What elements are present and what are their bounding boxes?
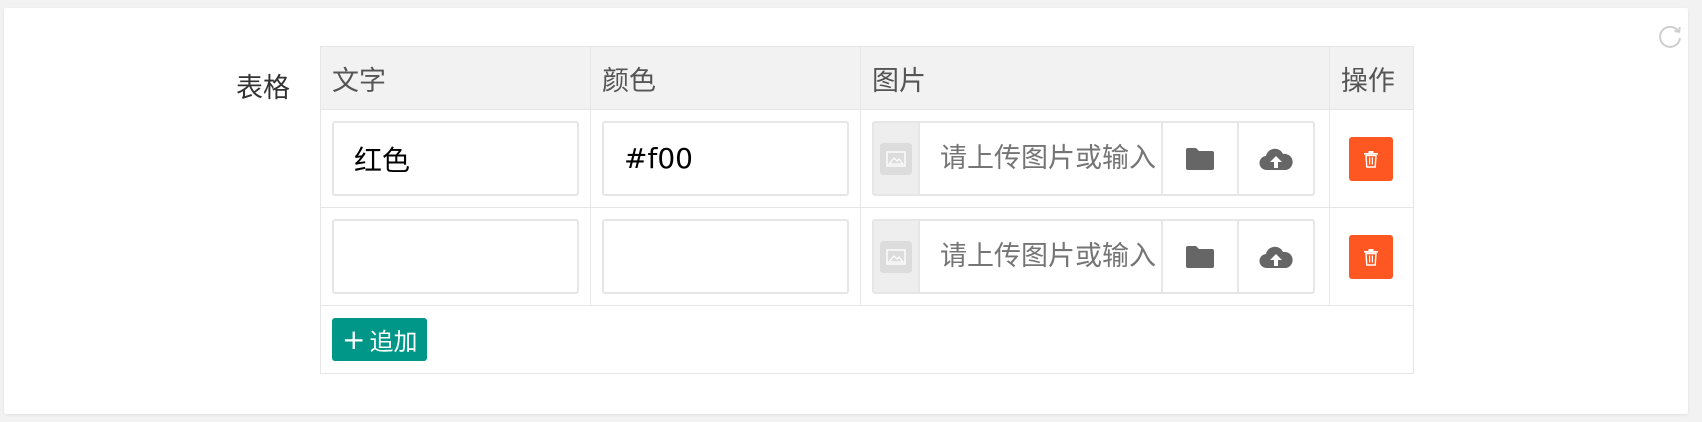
upload-button[interactable] xyxy=(1237,221,1313,292)
form-card: 表格 文字 颜色 图片 操作 红色 #f00 请上传图片或输入 请上传图片或输入… xyxy=(4,8,1688,414)
operation-cell xyxy=(1328,207,1415,306)
text-input[interactable] xyxy=(332,121,579,196)
folder-button[interactable] xyxy=(1161,221,1237,292)
color-input[interactable] xyxy=(602,121,849,196)
image-preview[interactable] xyxy=(874,221,920,292)
footer-cell: + 追加 xyxy=(320,305,1414,374)
color-cell xyxy=(590,207,861,306)
color-cell xyxy=(590,109,861,208)
operation-cell xyxy=(1328,109,1415,208)
text-cell xyxy=(320,207,591,306)
folder-icon xyxy=(1186,147,1214,170)
header-text: 文字 xyxy=(320,46,591,110)
header-color: 颜色 xyxy=(590,46,861,110)
table-header-row: 文字 颜色 图片 操作 xyxy=(320,46,1415,110)
text-cell xyxy=(320,109,591,208)
image-placeholder-icon xyxy=(880,240,912,273)
color-input[interactable] xyxy=(602,219,849,294)
form-label: 表格 xyxy=(236,73,290,104)
refresh-icon[interactable] xyxy=(1656,22,1684,50)
table-footer-row: + 追加 xyxy=(320,305,1414,374)
add-row-label: 追加 xyxy=(369,328,418,356)
cloud-upload-icon xyxy=(1259,246,1293,268)
image-cell xyxy=(860,109,1330,208)
image-upload-group xyxy=(872,121,1315,196)
cloud-upload-icon xyxy=(1259,148,1293,170)
table-row xyxy=(320,109,1415,208)
trash-icon xyxy=(1364,248,1379,266)
image-preview[interactable] xyxy=(874,123,920,194)
image-url-input[interactable] xyxy=(920,221,1161,292)
folder-icon xyxy=(1186,245,1214,268)
trash-icon xyxy=(1364,150,1379,168)
add-row-button[interactable]: + 追加 xyxy=(332,318,428,361)
delete-button[interactable] xyxy=(1349,234,1394,279)
delete-button[interactable] xyxy=(1349,136,1394,181)
folder-button[interactable] xyxy=(1161,123,1237,194)
upload-button[interactable] xyxy=(1237,123,1313,194)
header-image: 图片 xyxy=(860,46,1330,110)
image-cell xyxy=(860,207,1330,306)
data-table: 文字 颜色 图片 操作 红色 #f00 请上传图片或输入 请上传图片或输入 + … xyxy=(320,46,1415,374)
text-input[interactable] xyxy=(332,219,579,294)
image-upload-group xyxy=(872,219,1315,294)
header-operation: 操作 xyxy=(1328,46,1415,110)
image-placeholder-icon xyxy=(880,142,912,175)
table-row xyxy=(320,207,1415,306)
image-url-input[interactable] xyxy=(920,123,1161,194)
plus-icon: + xyxy=(342,322,366,356)
